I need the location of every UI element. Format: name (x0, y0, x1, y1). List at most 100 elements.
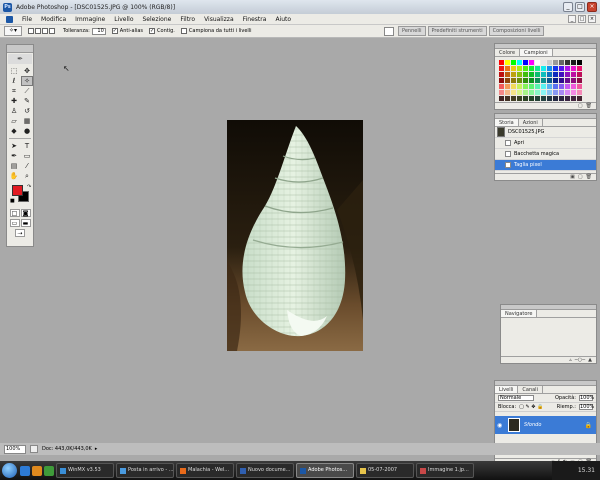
color-swatch[interactable] (577, 90, 582, 95)
new-selection-icon[interactable] (28, 28, 34, 34)
color-swatch[interactable] (541, 96, 546, 101)
color-swatch[interactable] (505, 60, 510, 65)
menu-finestra[interactable]: Finestra (243, 16, 267, 23)
feather-logo-icon[interactable]: ✒ (8, 54, 32, 64)
marquee-tool-icon[interactable]: ⬚ (8, 66, 20, 76)
color-swatch[interactable] (559, 84, 564, 89)
blend-mode-select[interactable]: Normale (498, 395, 534, 401)
color-swatch[interactable] (529, 96, 534, 101)
color-swatch[interactable] (535, 78, 540, 83)
color-swatch[interactable] (547, 60, 552, 65)
status-menu-arrow-icon[interactable]: ▸ (95, 446, 98, 452)
color-swatch[interactable] (535, 60, 540, 65)
color-swatch[interactable] (535, 84, 540, 89)
color-swatch[interactable] (517, 72, 522, 77)
tab-predefiniti[interactable]: Predefiniti strumenti (427, 26, 487, 36)
color-swatch[interactable] (511, 84, 516, 89)
lock-icons[interactable]: ▢ ✎ ✥ 🔒 (519, 404, 543, 410)
history-step-bacchetta[interactable]: Bacchetta magica (495, 149, 596, 160)
slice-tool-icon[interactable]: ⟋ (21, 86, 33, 96)
tab-azioni[interactable]: Azioni (519, 119, 543, 126)
doc-minimize-button[interactable]: _ (568, 15, 576, 23)
default-colors-icon[interactable]: ■ (10, 198, 15, 204)
menu-immagine[interactable]: Immagine (75, 16, 105, 23)
move-tool-icon[interactable]: ✥ (21, 66, 33, 76)
color-swatch[interactable] (541, 90, 546, 95)
task-posta[interactable]: Posta in arrivo - ... (116, 463, 174, 478)
color-swatch[interactable] (517, 60, 522, 65)
history-step-taglia[interactable]: Taglia pixel (495, 160, 596, 171)
delete-state-icon[interactable]: 🗑 (586, 174, 592, 180)
color-swatch[interactable] (499, 72, 504, 77)
color-swatch[interactable] (553, 66, 558, 71)
lasso-tool-icon[interactable]: ℓ (8, 76, 20, 86)
color-swatch[interactable] (529, 78, 534, 83)
healing-brush-icon[interactable]: ✚ (8, 96, 20, 106)
new-document-from-state-icon[interactable]: ▣ (570, 174, 575, 180)
color-swatch[interactable] (541, 66, 546, 71)
foreground-color[interactable] (12, 185, 23, 196)
tab-campioni[interactable]: Campioni (520, 49, 553, 56)
color-swatch[interactable] (523, 90, 528, 95)
task-nuovo-documento[interactable]: Nuovo docume... (236, 463, 294, 478)
color-swatch[interactable] (559, 60, 564, 65)
color-swatch[interactable] (547, 72, 552, 77)
color-swatch[interactable] (505, 72, 510, 77)
swap-colors-icon[interactable]: ↷ (27, 184, 31, 190)
history-brush-icon[interactable]: ↺ (21, 106, 33, 116)
screen-mode-full-icon[interactable]: ▬ (20, 219, 31, 227)
eyedropper-tool-icon[interactable]: ⁄ (21, 161, 33, 171)
color-swatch[interactable] (571, 96, 576, 101)
color-swatch[interactable] (553, 78, 558, 83)
close-button[interactable]: × (587, 2, 597, 12)
menu-modifica[interactable]: Modifica (41, 16, 66, 23)
color-swatch[interactable] (511, 66, 516, 71)
color-swatch[interactable] (571, 78, 576, 83)
color-swatch[interactable] (565, 84, 570, 89)
color-swatch[interactable] (547, 96, 552, 101)
zoom-in-icon[interactable]: ▲ (588, 357, 592, 363)
color-swatch[interactable] (499, 90, 504, 95)
color-swatch[interactable] (499, 96, 504, 101)
color-swatch[interactable] (577, 84, 582, 89)
eraser-tool-icon[interactable]: ▱ (8, 116, 20, 126)
color-swatch[interactable] (523, 60, 528, 65)
color-swatch[interactable] (511, 90, 516, 95)
tab-navigatore[interactable]: Navigatore (501, 310, 538, 317)
type-tool-icon[interactable]: T (21, 141, 33, 151)
quick-mask-icon[interactable]: ◙ (20, 209, 31, 217)
menu-filtro[interactable]: Filtro (180, 16, 195, 23)
color-swatch[interactable] (505, 90, 510, 95)
intersect-selection-icon[interactable] (49, 28, 55, 34)
color-swatch[interactable] (505, 78, 510, 83)
color-swatch[interactable] (517, 96, 522, 101)
color-swatch[interactable] (547, 84, 552, 89)
color-swatch[interactable] (547, 90, 552, 95)
toolbox-grip[interactable] (7, 45, 33, 53)
layer-sfondo[interactable]: ◉ Sfondo 🔒 (495, 416, 596, 434)
zoom-out-icon[interactable]: ▵ (569, 357, 572, 363)
color-swatch[interactable] (535, 90, 540, 95)
color-swatch[interactable] (535, 72, 540, 77)
color-swatch[interactable] (517, 84, 522, 89)
dodge-tool-icon[interactable]: ● (21, 126, 33, 136)
color-swatch[interactable] (541, 60, 546, 65)
menu-visualizza[interactable]: Visualizza (204, 16, 234, 23)
color-swatch[interactable] (547, 66, 552, 71)
task-immagine[interactable]: Immagine 1.jp... (416, 463, 474, 478)
menu-aiuto[interactable]: Aiuto (275, 16, 291, 23)
maximize-button[interactable]: □ (575, 2, 585, 12)
color-swatch[interactable] (553, 60, 558, 65)
history-snapshot[interactable]: DSC01525.JPG (495, 127, 596, 138)
color-swatch[interactable] (529, 60, 534, 65)
color-swatch[interactable] (535, 66, 540, 71)
hand-tool-icon[interactable]: ✋ (8, 171, 20, 181)
opacity-input[interactable]: 100% (579, 395, 594, 401)
screen-mode-standard-icon[interactable]: ▭ (9, 219, 20, 227)
color-swatch[interactable] (523, 72, 528, 77)
tab-storia[interactable]: Storia (495, 119, 519, 126)
new-swatch-icon[interactable]: ▢ (578, 103, 583, 109)
color-swatch[interactable] (571, 84, 576, 89)
menu-file[interactable]: File (22, 16, 32, 23)
color-swatch[interactable] (565, 72, 570, 77)
